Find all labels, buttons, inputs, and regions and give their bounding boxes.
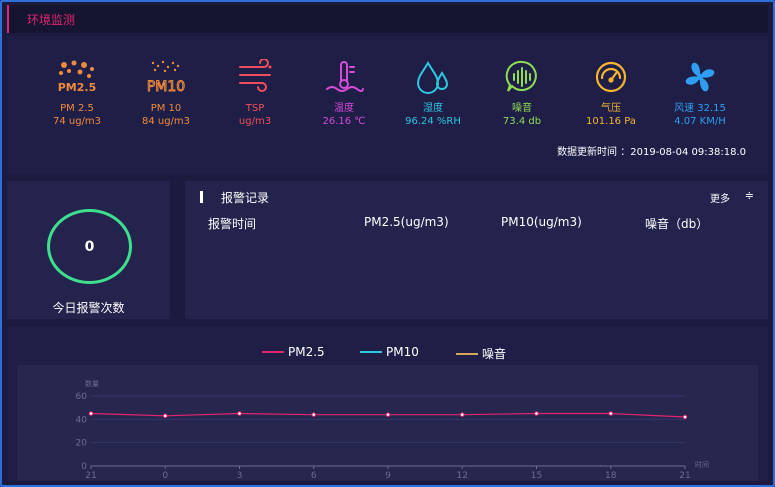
data-point <box>88 411 94 416</box>
y-tick-label: 60 <box>76 392 88 402</box>
legend-swatch <box>360 351 382 353</box>
alarm-count-panel: 0 今日报警次数 <box>7 181 170 319</box>
y-axis-label: 数量 <box>85 379 99 388</box>
alarm-count-ring: 0 <box>47 209 132 284</box>
update-time: 数据更新时间 ：2019-08-04 09:38:18.0 <box>557 143 746 158</box>
humidity-icon <box>388 56 478 98</box>
x-axis-label: 时间 <box>695 460 709 469</box>
sensor-wind: 风速 32.15 4.07 KM/H <box>655 56 745 128</box>
thermometer-icon <box>299 56 389 98</box>
update-timestamp: 2019-08-04 09:38:18.0 <box>630 147 746 158</box>
x-tick-label: 0 <box>162 471 168 481</box>
sensor-value: 84 ug/m3 <box>141 116 191 127</box>
data-point <box>459 412 465 417</box>
legend-item[interactable]: 噪音 <box>456 345 506 362</box>
column-header: PM2.5(ug/m3) <box>364 215 449 229</box>
sensor-value: 26.16 ℃ <box>322 116 366 127</box>
x-tick-label: 18 <box>605 471 617 481</box>
legend-swatch <box>456 352 478 355</box>
sensor-noise: 噪音 73.4 db <box>477 56 567 128</box>
section-marker <box>200 191 203 203</box>
x-tick-label: 9 <box>385 471 391 481</box>
sensor-temperature: 温度 26.16 ℃ <box>299 56 389 128</box>
more-link[interactable]: 更多 <box>710 190 730 205</box>
legend-label: PM10 <box>386 345 419 359</box>
gauge-icon <box>566 56 656 98</box>
sensor-value: 73.4 db <box>502 116 542 127</box>
sensor-pm25: PM2.5 PM 2.5 74 ug/m3 <box>32 56 122 128</box>
sensor-pressure: 气压 101.16 Pa <box>566 56 656 128</box>
y-tick-label: 40 <box>76 415 88 425</box>
sensor-value: ug/m3 <box>238 116 272 127</box>
data-point <box>682 414 688 420</box>
data-point <box>237 411 242 416</box>
sensor-value: 74 ug/m3 <box>52 116 102 127</box>
x-tick-label: 6 <box>311 471 317 481</box>
pm10-icon: PM10 <box>121 56 211 98</box>
x-tick-label: 21 <box>85 471 96 481</box>
data-point <box>534 411 539 416</box>
sensor-label: TSP <box>245 103 265 114</box>
noise-icon <box>477 56 567 98</box>
legend-label: 噪音 <box>482 347 507 361</box>
chart-panel: PM2.5 PM10 噪音 数量 0 20 40 60 21 0 3 6 9 12 15 18 21 时间 <box>7 327 768 481</box>
column-header: PM10(ug/m3) <box>501 215 582 229</box>
sensor-label: PM 2.5 <box>60 103 94 114</box>
sensor-panel: PM2.5 PM 2.5 74 ug/m3 PM10 PM 10 84 ug/m… <box>7 36 768 174</box>
y-tick-label: 20 <box>76 439 88 449</box>
sensor-label: 湿度 <box>423 103 443 114</box>
page-title: 环境监测 <box>27 13 76 27</box>
data-point <box>385 412 391 417</box>
sensor-label: 温度 <box>334 103 354 114</box>
column-header: 报警时间 <box>208 217 257 231</box>
alarm-count-label: 今日报警次数 <box>52 301 125 315</box>
records-title: 报警记录 <box>221 191 270 205</box>
update-label: 数据更新时间 ： <box>557 147 631 158</box>
alarm-count-value: 0 <box>84 238 95 255</box>
chart-legend: PM2.5 PM10 噪音 <box>7 345 768 361</box>
sensor-label: PM 10 <box>150 103 182 114</box>
top-bar: 环境监测 <box>7 5 768 33</box>
x-tick-label: 3 <box>237 471 243 481</box>
legend-label: PM2.5 <box>288 345 325 359</box>
sensor-pm10: PM10 PM 10 84 ug/m3 <box>121 56 211 128</box>
x-tick-label: 12 <box>457 471 468 481</box>
sensor-tsp: TSP ug/m3 <box>210 56 300 128</box>
x-tick-label: 15 <box>531 471 542 481</box>
svg-text:PM2.5: PM2.5 <box>58 81 97 94</box>
sensor-label: 风速 32.15 <box>674 103 726 114</box>
fan-icon <box>655 56 745 98</box>
alarm-records-panel: 报警记录 更多 ≑ 报警时间 PM2.5(ug/m3) PM10(ug/m3) … <box>185 181 768 319</box>
sensor-label: 气压 <box>601 103 621 114</box>
data-point <box>162 413 168 419</box>
sensor-value: 101.16 Pa <box>586 116 636 127</box>
sensor-value: 4.07 KM/H <box>674 116 726 127</box>
legend-item[interactable]: PM2.5 <box>262 345 325 359</box>
sensor-humidity: 湿度 96.24 %RH <box>388 56 478 128</box>
data-point <box>311 412 317 417</box>
chart-svg: 数量020406021 0 3 6 9 12 15 18 21时间 <box>76 379 709 481</box>
sensor-label: 噪音 <box>512 103 532 114</box>
x-tick-label: 21 <box>679 471 690 481</box>
svg-text:PM10: PM10 <box>147 79 185 95</box>
pm25-icon: PM2.5 <box>32 56 122 98</box>
filter-icon[interactable]: ≑ <box>745 189 754 202</box>
line-chart: 数量 0 20 40 60 21 0 3 6 9 12 15 18 21 时间 <box>17 365 758 481</box>
legend-swatch <box>262 351 284 353</box>
tsp-icon <box>210 56 300 98</box>
data-point <box>608 411 614 416</box>
column-header: 噪音（db） <box>645 217 709 231</box>
sensor-value: 96.24 %RH <box>405 116 461 127</box>
legend-item[interactable]: PM10 <box>360 345 419 359</box>
